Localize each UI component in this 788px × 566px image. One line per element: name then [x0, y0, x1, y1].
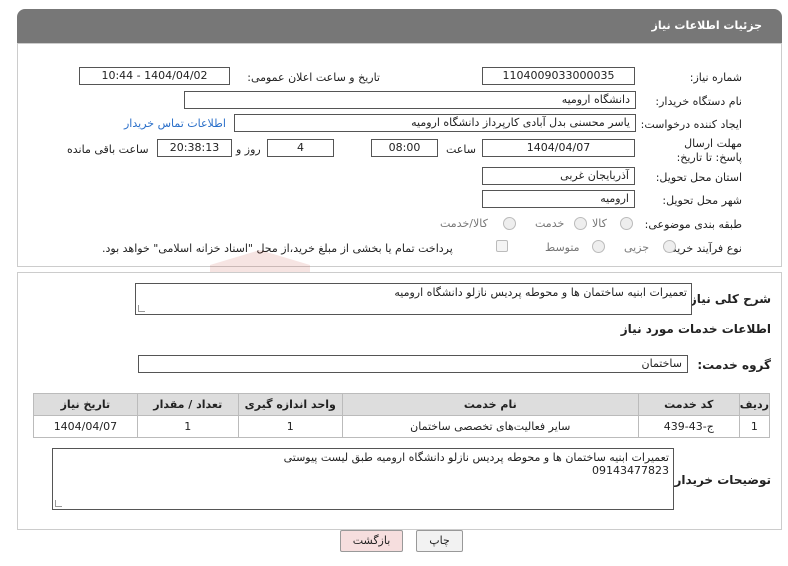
print-button[interactable]: چاپ [416, 530, 463, 552]
cell-unit: 1 [237, 415, 343, 438]
cell-code: ج-43-439 [637, 415, 740, 438]
need-number-field: 1104009033000035 [482, 67, 635, 85]
service-group-label: گروه خدمت: [697, 358, 771, 372]
process-minor-radio[interactable] [663, 240, 676, 253]
summary-label: شرح کلی نیاز: [685, 292, 771, 306]
announce-field: 1404/04/02 - 10:44 [79, 67, 230, 85]
category-goods-radio[interactable] [620, 217, 633, 230]
province-field: آذربایجان غربی [482, 167, 635, 185]
buyer-org-field: دانشگاه ارومیه [184, 91, 636, 109]
buyer-notes-line2: 09143477823 [592, 464, 669, 477]
remaining-label: ساعت باقی مانده [67, 143, 149, 156]
category-service-label: خدمت [535, 217, 565, 230]
service-group-field: ساختمان [138, 355, 688, 373]
creator-field: یاسر محسنی بدل آبادی کارپرداز دانشگاه ار… [234, 114, 636, 132]
category-goods-label: کالا [592, 217, 607, 230]
table-header-row: ردیف کد خدمت نام خدمت واحد اندازه گیری ت… [33, 393, 771, 416]
category-label: طبقه بندی موضوعی: [644, 218, 742, 231]
buyer-notes-line1: تعمیرات ابنیه ساختمان ها و محوطه پردیس ن… [283, 451, 669, 464]
resize-handle-icon[interactable] [138, 305, 145, 312]
days-label: روز و [236, 143, 261, 156]
deadline-time-field: 08:00 [371, 139, 438, 157]
category-service-radio[interactable] [574, 217, 587, 230]
buyer-notes-label: توضیحات خریدار: [669, 473, 771, 487]
need-number-label: شماره نیاز: [689, 71, 742, 84]
cell-row: 1 [738, 415, 771, 438]
resize-handle-icon[interactable] [55, 500, 62, 507]
city-field: ارومیه [482, 190, 635, 208]
buyer-notes-field: تعمیرات ابنیه ساختمان ها و محوطه پردیس ن… [52, 448, 674, 510]
process-medium-label: متوسط [545, 241, 580, 254]
payment-note: پرداخت تمام یا بخشی از مبلغ خرید،از محل … [102, 242, 453, 255]
announce-label: تاریخ و ساعت اعلان عمومی: [247, 71, 380, 84]
days-field: 4 [267, 139, 334, 157]
category-both-label: کالا/خدمت [440, 217, 488, 230]
process-label: نوع فرآیند خرید : [664, 242, 742, 255]
remaining-time-field: 20:38:13 [157, 139, 232, 157]
services-table: ردیف کد خدمت نام خدمت واحد اندازه گیری ت… [33, 393, 771, 438]
cell-name: سایر فعالیت‌های تخصصی ساختمان [341, 415, 639, 438]
time-label: ساعت [446, 143, 476, 156]
creator-label: ایجاد کننده درخواست: [640, 118, 742, 131]
col-date: تاریخ نیاز [33, 393, 138, 416]
services-section-title: اطلاعات خدمات مورد نیاز [620, 322, 771, 336]
province-label: استان محل تحویل: [655, 171, 742, 184]
cell-date: 1404/04/07 [33, 415, 138, 438]
summary-field: تعمیرات ابنیه ساختمان ها و محوطه پردیس ن… [135, 283, 692, 315]
cell-qty: 1 [136, 415, 239, 438]
category-both-radio[interactable] [503, 217, 516, 230]
col-name: نام خدمت [341, 393, 639, 416]
treasury-payment-checkbox[interactable] [496, 240, 508, 252]
table-row: 1 ج-43-439 سایر فعالیت‌های تخصصی ساختمان… [33, 415, 771, 438]
col-code: کد خدمت [637, 393, 740, 416]
process-medium-radio[interactable] [592, 240, 605, 253]
col-qty: تعداد / مقدار [136, 393, 239, 416]
buyer-org-label: نام دستگاه خریدار: [655, 95, 742, 108]
deadline-label: مهلت ارسال پاسخ: تا تاریخ: [676, 137, 742, 164]
col-unit: واحد اندازه گیری [237, 393, 343, 416]
summary-text: تعمیرات ابنیه ساختمان ها و محوطه پردیس ن… [394, 286, 687, 299]
page-header: جزئیات اطلاعات نیاز [17, 9, 782, 43]
col-row: ردیف [738, 393, 771, 416]
process-minor-label: جزیی [624, 241, 650, 254]
deadline-date-field: 1404/04/07 [482, 139, 635, 157]
city-label: شهر محل تحویل: [662, 194, 742, 207]
page-title: جزئیات اطلاعات نیاز [651, 19, 763, 32]
contact-buyer-link[interactable]: اطلاعات تماس خریدار [124, 117, 226, 130]
back-button[interactable]: بازگشت [340, 530, 403, 552]
